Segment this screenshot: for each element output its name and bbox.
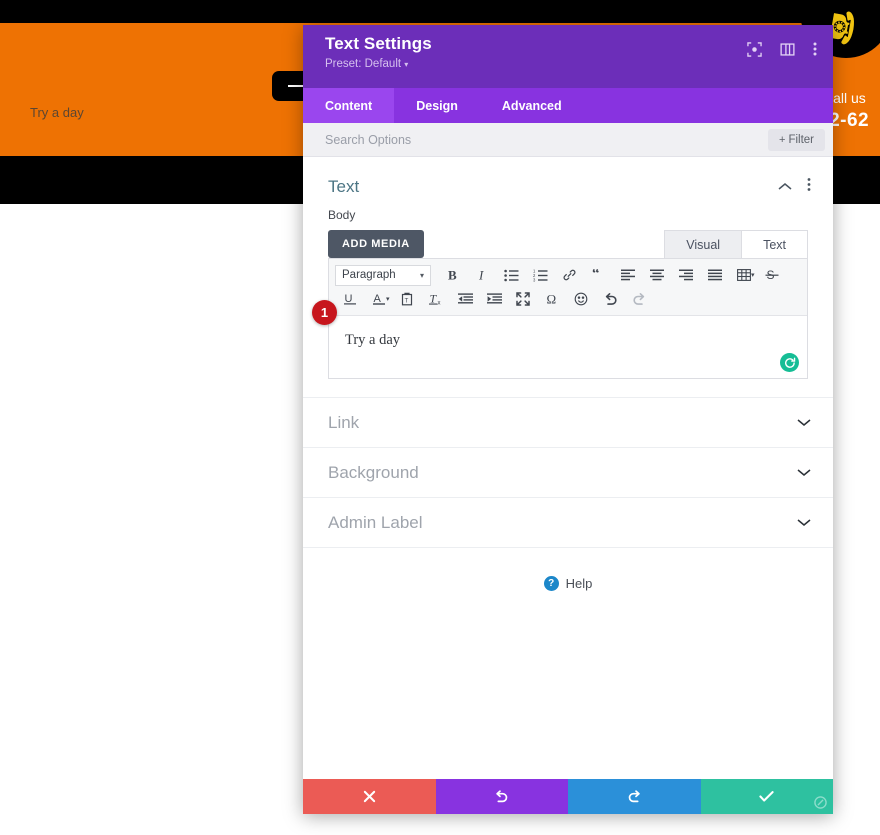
resize-grip-icon[interactable] (811, 793, 830, 812)
step-badge-1: 1 (312, 300, 337, 325)
text-settings-modal: Text Settings Preset: Default ▾ Content … (303, 25, 833, 814)
paste-as-text-icon[interactable]: T (393, 287, 422, 311)
modal-footer (303, 779, 833, 814)
redo-icon[interactable] (625, 287, 654, 311)
section-background-title: Background (328, 462, 419, 482)
svg-text:B: B (448, 268, 457, 282)
align-right-icon[interactable] (671, 263, 700, 287)
add-media-button[interactable]: ADD MEDIA (328, 230, 424, 258)
search-options-bar: +Filter (303, 123, 833, 157)
site-body-text: Try a day (30, 105, 84, 120)
editor-content-area[interactable]: 1 Try a day (312, 300, 807, 378)
italic-icon[interactable]: I (468, 263, 497, 287)
more-vertical-icon[interactable] (813, 41, 817, 57)
chevron-down-icon[interactable] (797, 414, 811, 432)
modal-tab-bar: Content Design Advanced (303, 88, 833, 123)
svg-text:T: T (429, 292, 437, 306)
body-field-label: Body (328, 208, 356, 222)
section-text: Text Body ADD MEDIA Visual Text Paragrap… (303, 157, 833, 397)
outdent-icon[interactable] (451, 287, 480, 311)
plus-icon: + (779, 133, 786, 146)
tab-visual[interactable]: Visual (664, 230, 743, 258)
section-admin-label-title: Admin Label (328, 512, 423, 532)
editor-mode-tabs: Visual Text (664, 230, 808, 258)
site-top-black-bar (0, 0, 880, 23)
strikethrough-icon[interactable]: S (758, 263, 787, 287)
section-background[interactable]: Background (303, 447, 833, 497)
tab-advanced[interactable]: Advanced (480, 88, 584, 123)
svg-text:x: x (437, 301, 440, 307)
help-label: Help (565, 576, 593, 591)
chevron-up-icon[interactable] (778, 178, 792, 196)
section-admin-label[interactable]: Admin Label (303, 497, 833, 547)
bold-icon[interactable]: B (439, 263, 468, 287)
fullscreen-icon[interactable] (509, 287, 538, 311)
grammarly-refresh-icon[interactable] (780, 353, 799, 372)
svg-text:“: “ (592, 269, 600, 282)
question-mark-icon: ? (543, 576, 559, 591)
editor-top-row: ADD MEDIA Visual Text (328, 230, 808, 258)
align-center-icon[interactable] (642, 263, 671, 287)
editor-toolbar-row-2: U A ▾ T T x Ω (335, 287, 801, 311)
modal-header: Text Settings Preset: Default ▾ (303, 25, 833, 88)
svg-text:U: U (344, 293, 352, 305)
svg-text:3: 3 (533, 277, 536, 281)
undo-icon[interactable] (596, 287, 625, 311)
editor-text-content: Try a day (345, 332, 401, 348)
chevron-down-icon[interactable] (797, 464, 811, 482)
special-character-icon[interactable]: Ω (538, 287, 567, 311)
section-text-title: Text (328, 177, 360, 196)
preset-label: Preset: Default (325, 58, 402, 70)
modal-body: Text Body ADD MEDIA Visual Text Paragrap… (303, 157, 833, 779)
more-vertical-icon[interactable] (807, 177, 811, 197)
section-text-header[interactable]: Text (303, 157, 833, 208)
svg-text:I: I (478, 268, 484, 282)
chevron-down-icon[interactable]: ▾ (386, 295, 390, 303)
editor-toolbar-row-1: Paragraph ▾ B I 1 2 3 “ ▾ S (335, 263, 801, 287)
redo-button[interactable] (568, 779, 701, 814)
align-left-icon[interactable] (613, 263, 642, 287)
numbered-list-icon[interactable]: 1 2 3 (526, 263, 555, 287)
emoji-icon[interactable] (567, 287, 596, 311)
layout-columns-icon[interactable] (780, 42, 795, 57)
align-justify-icon[interactable] (700, 263, 729, 287)
svg-text:A: A (373, 293, 381, 305)
section-link[interactable]: Link (303, 397, 833, 447)
filter-label: Filter (788, 133, 814, 146)
preset-selector[interactable]: Preset: Default ▾ (325, 58, 813, 70)
chevron-down-icon: ▾ (404, 60, 409, 69)
chevron-down-icon: ▾ (419, 270, 424, 280)
help-row[interactable]: ? Help (303, 547, 833, 591)
undo-button[interactable] (435, 779, 568, 814)
bulleted-list-icon[interactable] (497, 263, 526, 287)
underline-icon[interactable]: U (335, 287, 364, 311)
svg-text:Ω: Ω (547, 292, 557, 306)
paragraph-format-select[interactable]: Paragraph ▾ (335, 264, 431, 286)
blockquote-icon[interactable]: “ (584, 263, 613, 287)
link-icon[interactable] (555, 263, 584, 287)
chevron-down-icon[interactable] (797, 514, 811, 532)
clear-formatting-icon[interactable]: T x (422, 287, 451, 311)
modal-title: Text Settings (325, 34, 432, 53)
tab-content[interactable]: Content (303, 88, 395, 123)
tab-design[interactable]: Design (394, 88, 480, 123)
search-input[interactable] (325, 132, 768, 147)
indent-icon[interactable] (480, 287, 509, 311)
modal-header-actions (747, 41, 817, 57)
filter-button[interactable]: + Filter (768, 128, 825, 151)
tab-text[interactable]: Text (742, 230, 808, 258)
section-link-title: Link (328, 412, 360, 432)
rich-text-editor: Paragraph ▾ B I 1 2 3 “ ▾ S U A ▾ T T x … (312, 258, 808, 379)
cancel-button[interactable] (303, 779, 436, 814)
editor-toolbar: Paragraph ▾ B I 1 2 3 “ ▾ S U A ▾ T T x … (329, 259, 807, 316)
paragraph-format-value: Paragraph (342, 269, 396, 281)
focus-target-icon[interactable] (747, 41, 762, 57)
svg-text:T: T (405, 299, 409, 305)
chevron-down-icon[interactable]: ▾ (751, 271, 755, 279)
